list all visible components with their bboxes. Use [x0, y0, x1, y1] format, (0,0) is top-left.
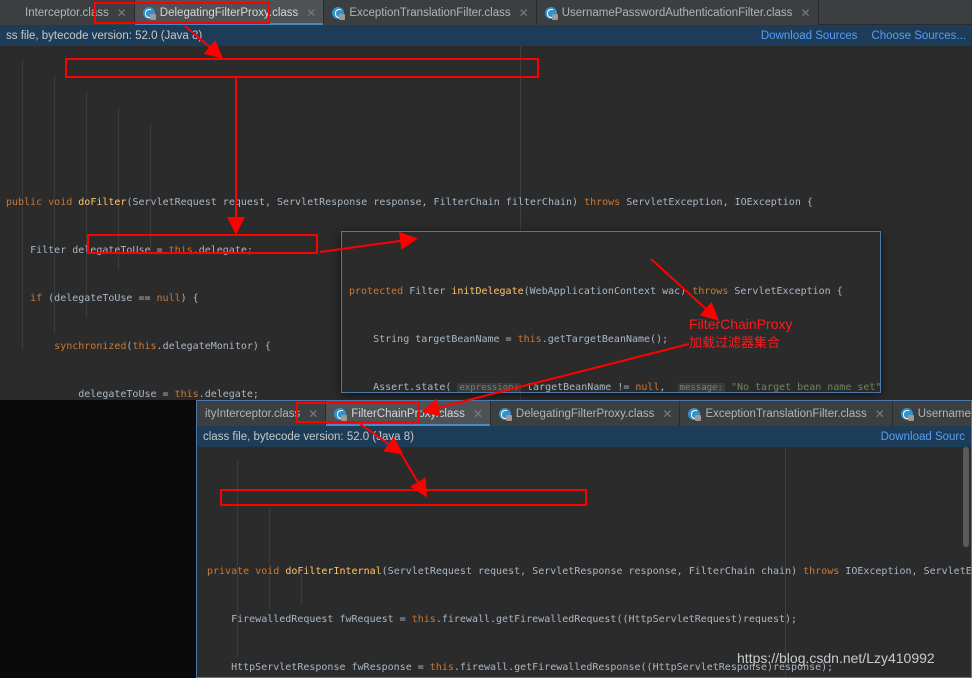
param-hint-message: message:: [677, 383, 725, 393]
bottom-editor-code[interactable]: private void doFilterInternal(ServletReq…: [197, 447, 972, 677]
code-line: public void doFilter(ServletRequest requ…: [6, 197, 813, 208]
tab-filterchainproxy[interactable]: FilterChainProxy.class ✕: [326, 401, 491, 426]
tab-label: DelegatingFilterProxy.class: [515, 407, 655, 420]
tabbar-filler: [818, 0, 972, 25]
watermark-text: https://blog.csdn.net/Lzy410992: [737, 650, 935, 666]
download-sources-link[interactable]: Download Sourc: [881, 431, 965, 443]
choose-sources-link[interactable]: Choose Sources...: [871, 30, 966, 42]
tab-label: Interceptor.class: [25, 6, 109, 19]
tab-interceptor[interactable]: Interceptor.class ✕: [0, 0, 135, 25]
code-line: protected Filter initDelegate(WebApplica…: [349, 286, 843, 297]
close-icon[interactable]: ✕: [117, 6, 127, 20]
code-line: Assert.state( expression: targetBeanName…: [373, 382, 881, 393]
code-line: String targetBeanName = this.getTargetBe…: [373, 334, 669, 345]
java-class-icon: [688, 407, 702, 421]
java-class-icon: [142, 6, 156, 20]
tab-exceptiontranslationfilter[interactable]: ExceptionTranslationFilter.class ✕: [324, 0, 537, 25]
tab-label: ityInterceptor.class: [205, 407, 301, 420]
bytecode-version-text: ss file, bytecode version: 52.0 (Java 8): [6, 29, 203, 42]
tab-exceptiontranslationfilter-bottom[interactable]: ExceptionTranslationFilter.class ✕: [680, 401, 893, 426]
java-class-icon: [334, 407, 348, 421]
tab-delegatingfilterproxy[interactable]: DelegatingFilterProxy.class ✕: [134, 0, 325, 25]
java-class-icon: [544, 6, 558, 20]
param-hint-expression: expression:: [457, 383, 521, 393]
close-icon[interactable]: ✕: [306, 6, 316, 20]
tab-ityinterceptor[interactable]: ityInterceptor.class ✕: [197, 401, 327, 426]
download-sources-link[interactable]: Download Sources: [761, 30, 858, 42]
initdelegate-popup-window: protected Filter initDelegate(WebApplica…: [341, 231, 881, 393]
tab-label: ExceptionTranslationFilter.class: [349, 6, 511, 19]
close-icon[interactable]: ✕: [519, 6, 529, 20]
close-icon[interactable]: ✕: [308, 407, 318, 421]
tab-delegatingfilterproxy-bottom[interactable]: DelegatingFilterProxy.class ✕: [490, 401, 681, 426]
java-class-icon: [498, 407, 512, 421]
bytecode-version-text: class file, bytecode version: 52.0 (Java…: [203, 430, 414, 443]
bottom-editor-tabbar[interactable]: ityInterceptor.class ✕ FilterChainProxy.…: [197, 401, 971, 426]
code-line: private void doFilterInternal(ServletReq…: [207, 566, 972, 577]
java-class-icon: [332, 6, 346, 20]
close-icon[interactable]: ✕: [473, 407, 483, 421]
vertical-scrollbar[interactable]: [961, 401, 971, 677]
code-line: FirewalledRequest fwRequest = this.firew…: [231, 614, 798, 625]
bottom-editor-infobar: class file, bytecode version: 52.0 (Java…: [197, 426, 971, 447]
tab-label: UsernamePasswordAuthenticationFilter.cla…: [561, 6, 793, 19]
close-icon[interactable]: ✕: [662, 407, 672, 421]
tab-label: DelegatingFilterProxy.class: [159, 6, 299, 19]
close-icon[interactable]: ✕: [875, 407, 885, 421]
top-editor-tabbar[interactable]: Interceptor.class ✕ DelegatingFilterProx…: [0, 0, 972, 25]
tab-label: ExceptionTranslationFilter.class: [705, 407, 867, 420]
popup-code[interactable]: protected Filter initDelegate(WebApplica…: [342, 232, 881, 393]
close-icon[interactable]: ✕: [800, 6, 810, 20]
bottom-editor-window: ityInterceptor.class ✕ FilterChainProxy.…: [196, 400, 972, 678]
top-editor-infobar: ss file, bytecode version: 52.0 (Java 8)…: [0, 25, 972, 46]
java-class-icon: [900, 407, 914, 421]
tab-label: FilterChainProxy.class: [351, 407, 465, 420]
tab-usernamepasswordauthenticationfilter[interactable]: UsernamePasswordAuthenticationFilter.cla…: [536, 0, 819, 25]
